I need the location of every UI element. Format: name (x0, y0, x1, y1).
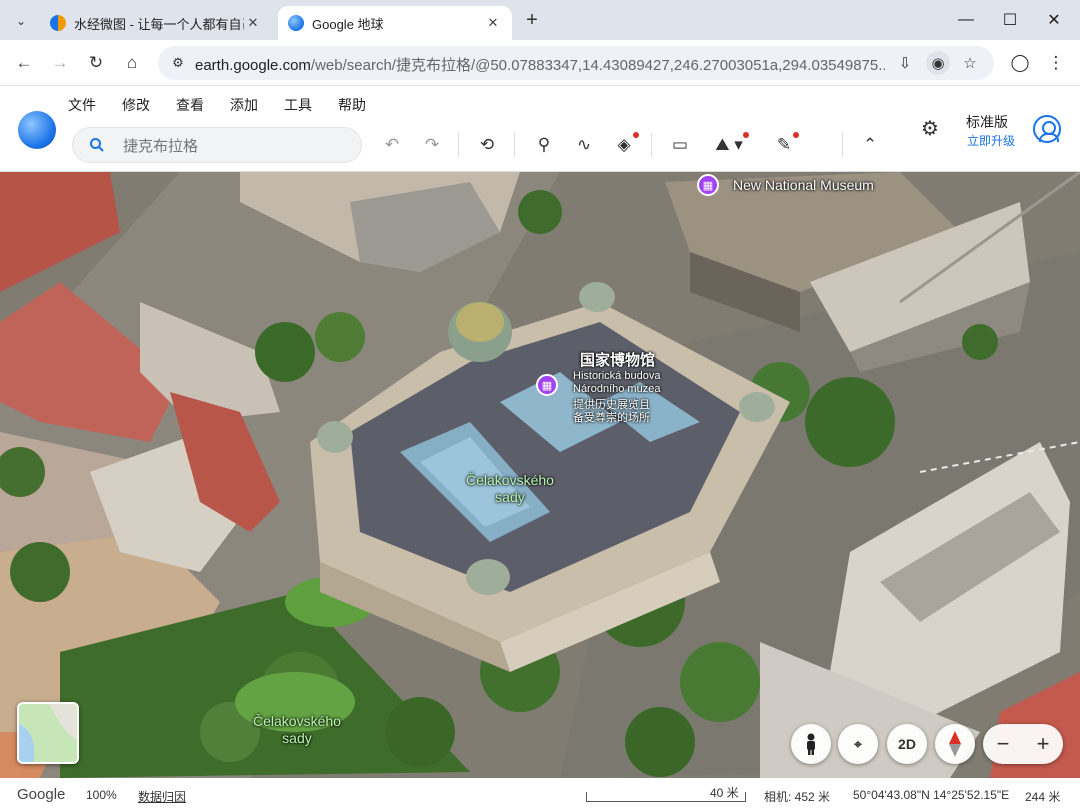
profile-icon[interactable]: ◯ (1008, 51, 1032, 75)
undo-icon[interactable]: ↶ (379, 133, 405, 157)
menu-help[interactable]: 帮助 (338, 95, 366, 115)
tab-title: 水经微图 - 让每一个人都有自己 (74, 16, 244, 32)
earth-3d-viewport[interactable]: ▦ New National Museum 国家博物馆 ▦ Historická… (0, 172, 1080, 778)
menu-tools[interactable]: 工具 (284, 95, 312, 115)
url-text[interactable]: earth.google.com/web/search/捷克布拉格/@50.07… (195, 54, 885, 75)
street-view-pegman-icon[interactable] (791, 724, 831, 764)
browser-toolbar: ← → ↻ ⌂ ⚙ earth.google.com/web/search/捷克… (0, 40, 1080, 86)
google-earth-logo-icon[interactable] (18, 111, 56, 149)
zoom-in-button[interactable]: + (1023, 724, 1063, 764)
tab-title: Google 地球 (312, 16, 384, 32)
minimize-button[interactable]: — (948, 6, 984, 34)
toolbar-divider (514, 133, 515, 157)
park-label-roof[interactable]: Čelakovského sady (466, 472, 554, 506)
add-placemark-icon[interactable]: ⚲ (531, 133, 557, 157)
history-icon[interactable]: ⟲ (474, 133, 500, 157)
plan-label: 标准版 (966, 114, 1008, 130)
redo-icon[interactable]: ↷ (419, 133, 445, 157)
data-attribution-link[interactable]: 数据归因 (138, 788, 186, 805)
toggle-2d-button[interactable]: 2D (887, 724, 927, 764)
menu-file[interactable]: 文件 (68, 95, 96, 115)
home-button[interactable]: ⌂ (120, 51, 144, 75)
browser-tab-strip: ⌄ 水经微图 - 让每一个人都有自己 ✕ Google 地球 ✕ + — ☐ ✕ (0, 0, 1080, 40)
elevation-readout: 244 米 (1025, 790, 1061, 804)
account-icon[interactable] (1033, 115, 1061, 143)
tab-search-button[interactable]: ⌄ (8, 8, 34, 34)
compass-needle-icon (949, 731, 961, 757)
map-style-icon[interactable]: ⛰ ▾ (707, 132, 751, 157)
collapse-toolbar-icon[interactable]: ⌃ (857, 133, 883, 157)
settings-gear-icon[interactable]: ⚙ (918, 116, 942, 140)
menu-view[interactable]: 查看 (176, 95, 204, 115)
close-tab-icon[interactable]: ✕ (244, 14, 262, 32)
new-tab-button[interactable]: + (520, 8, 544, 32)
install-app-icon[interactable]: ⇩ (893, 51, 917, 75)
camera-altitude: 相机: 452 米 (764, 790, 831, 804)
overview-minimap[interactable] (17, 702, 79, 764)
measure-icon[interactable]: ▭ (667, 133, 693, 157)
menu-edit[interactable]: 修改 (122, 95, 150, 115)
forward-button[interactable]: → (48, 51, 72, 75)
zoom-out-button[interactable]: − (983, 724, 1023, 764)
museum-subtitle-4: 备受尊崇的场所 (573, 412, 650, 424)
tab-google-earth[interactable]: Google 地球 ✕ (278, 6, 512, 40)
menu-add[interactable]: 添加 (230, 95, 258, 115)
search-icon (90, 138, 104, 152)
park-label-bottom[interactable]: Čelakovského sady (253, 713, 341, 747)
google-brand: Google (17, 786, 66, 803)
toolbar-divider (458, 133, 459, 157)
upgrade-link[interactable]: 立即升级 (967, 132, 1015, 149)
compass-icon[interactable] (935, 724, 975, 764)
status-bar: Google 100% 数据归因 40 米 相机: 452 米 50°04'43… (0, 778, 1080, 810)
national-museum-poi-icon[interactable]: ▦ (536, 374, 558, 396)
site-info-icon[interactable]: ⚙ (166, 51, 190, 75)
map-layers-icon[interactable]: ◈ (611, 132, 639, 157)
museum-poi-icon[interactable]: ▦ (697, 174, 719, 196)
toolbar-divider (651, 133, 652, 157)
my-location-icon[interactable]: ⌖ (838, 724, 878, 764)
national-museum-title[interactable]: 国家博物馆 (580, 349, 655, 370)
close-window-button[interactable]: ✕ (1036, 6, 1072, 34)
back-button[interactable]: ← (12, 51, 36, 75)
tab-shuijing[interactable]: 水经微图 - 让每一个人都有自己 ✕ (40, 6, 272, 40)
draw-path-icon[interactable]: ∿ (571, 133, 597, 157)
loading-percent: 100% (86, 788, 117, 802)
shuijing-favicon-icon (50, 15, 66, 31)
zoom-control: − + (983, 724, 1063, 764)
museum-subtitle-1: Historická budova (573, 370, 661, 382)
google-earth-favicon-icon (288, 15, 304, 31)
lens-icon[interactable]: ◉ (926, 51, 950, 75)
maximize-button[interactable]: ☐ (992, 6, 1028, 34)
menu-bar: 文件 修改 查看 添加 工具 帮助 (68, 95, 366, 115)
projects-tools-icon[interactable]: ✎ (771, 132, 799, 157)
museum-subtitle-2: Národního muzea (573, 383, 661, 395)
toolbar-divider (842, 133, 843, 157)
browser-menu-icon[interactable]: ⋮ (1044, 51, 1068, 75)
search-box[interactable] (72, 127, 362, 163)
address-bar[interactable]: ⚙ earth.google.com/web/search/捷克布拉格/@50.… (158, 46, 994, 80)
reload-button[interactable]: ↻ (84, 51, 108, 75)
close-tab-icon[interactable]: ✕ (484, 14, 502, 32)
new-national-museum-label[interactable]: New National Museum (733, 177, 874, 193)
earth-app-bar: 文件 修改 查看 添加 工具 帮助 ↶ ↷ ⟲ ⚲ ∿ ◈ ▭ ⛰ ▾ ✎ ⌃ … (0, 86, 1080, 172)
coordinates-readout: 50°04'43.08"N 14°25'52.15"E (853, 788, 1010, 802)
scale-label: 40 米 (710, 786, 739, 800)
minimap-graphic (19, 704, 77, 762)
pegman-icon (807, 733, 815, 755)
bookmark-star-icon[interactable]: ☆ (958, 51, 982, 75)
search-input[interactable] (123, 134, 343, 158)
